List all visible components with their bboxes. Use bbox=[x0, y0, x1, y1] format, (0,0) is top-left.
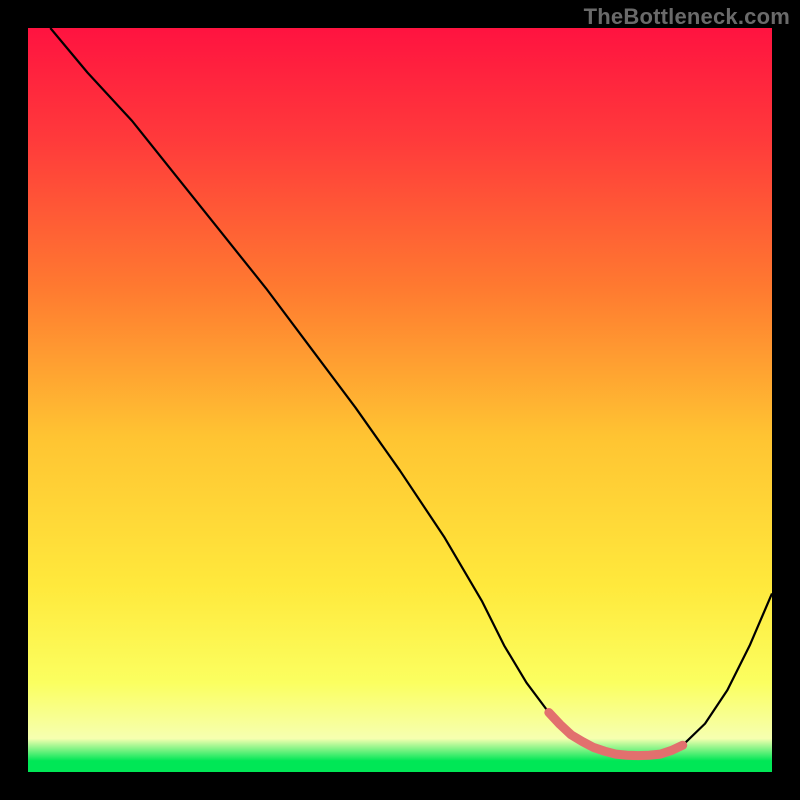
chart-container: TheBottleneck.com bbox=[0, 0, 800, 800]
plot-area bbox=[28, 28, 772, 772]
watermark-text: TheBottleneck.com bbox=[584, 4, 790, 30]
chart-svg bbox=[28, 28, 772, 772]
chart-background bbox=[28, 28, 772, 772]
